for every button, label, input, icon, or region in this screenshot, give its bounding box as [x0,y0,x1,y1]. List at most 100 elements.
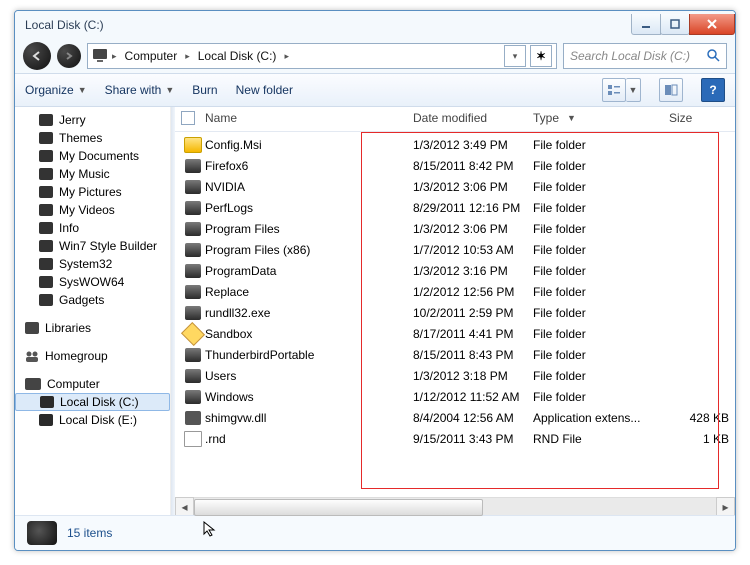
status-bar: 15 items [15,515,735,550]
file-type: File folder [533,222,669,236]
file-name: NVIDIA [205,180,413,194]
folder-icon [39,150,53,162]
path-dropdown-button[interactable]: ▾ [504,45,526,67]
file-row[interactable]: Firefox68/15/2011 8:42 PMFile folder [181,155,729,176]
sidebar-item[interactable]: SysWOW64 [15,273,170,291]
file-row[interactable]: ProgramData1/3/2012 3:16 PMFile folder [181,260,729,281]
address-bar: ▸ Computer ▸ Local Disk (C:) ▸ ▾ ✶ Searc… [15,39,735,73]
file-list[interactable]: Config.Msi1/3/2012 3:49 PMFile folderFir… [175,132,735,497]
minimize-button[interactable] [631,14,661,35]
maximize-button[interactable] [660,14,690,35]
file-type: File folder [533,369,669,383]
file-type: File folder [533,390,669,404]
folder-icon [185,159,201,173]
search-icon[interactable] [706,48,720,65]
sidebar-root-label: Homegroup [45,349,108,363]
scroll-thumb[interactable] [194,499,483,516]
sidebar-drive[interactable]: Local Disk (C:) [15,393,170,411]
sidebar-item[interactable]: Win7 Style Builder [15,237,170,255]
column-name[interactable]: Name [205,111,413,125]
select-all-checkbox[interactable] [181,111,195,125]
file-icon [184,431,202,447]
sidebar-item[interactable]: Themes [15,129,170,147]
file-name: ThunderbirdPortable [205,348,413,362]
file-type: File folder [533,180,669,194]
file-row[interactable]: NVIDIA1/3/2012 3:06 PMFile folder [181,176,729,197]
chevron-right-icon[interactable]: ▸ [112,51,117,62]
chevron-down-icon: ▼ [629,85,638,95]
file-date: 8/15/2011 8:43 PM [413,348,533,362]
column-size[interactable]: Size [669,111,729,125]
help-button[interactable]: ? [701,78,725,102]
sidebar-item-label: My Music [59,167,110,181]
sidebar-item[interactable]: My Music [15,165,170,183]
view-mode-button[interactable]: ▼ [602,78,641,102]
sidebar-item[interactable]: My Documents [15,147,170,165]
share-with-button[interactable]: Share with ▼ [105,83,175,97]
file-row[interactable]: Program Files1/3/2012 3:06 PMFile folder [181,218,729,239]
sidebar-item-label: My Documents [59,149,139,163]
folder-icon [39,168,53,180]
horizontal-scrollbar[interactable]: ◂ ▸ [175,497,735,515]
breadcrumb-computer[interactable]: Computer [121,47,182,65]
sidebar-item[interactable]: My Videos [15,201,170,219]
folder-icon [185,222,201,236]
file-row[interactable]: ThunderbirdPortable8/15/2011 8:43 PMFile… [181,344,729,365]
file-row[interactable]: Sandbox8/17/2011 4:41 PMFile folder [181,323,729,344]
back-button[interactable] [23,42,51,70]
file-name: rundll32.exe [205,306,413,320]
new-folder-button[interactable]: New folder [236,83,293,97]
search-input[interactable]: Search Local Disk (C:) [563,43,727,69]
sidebar-item[interactable]: My Pictures [15,183,170,201]
organize-button[interactable]: Organize ▼ [25,83,87,97]
scroll-track[interactable] [194,498,716,515]
file-row[interactable]: rundll32.exe10/2/2011 2:59 PMFile folder [181,302,729,323]
file-type: File folder [533,327,669,341]
address-box[interactable]: ▸ Computer ▸ Local Disk (C:) ▸ ▾ ✶ [87,43,557,69]
favorites-button[interactable]: ✶ [530,45,552,67]
file-row[interactable]: Replace1/2/2012 12:56 PMFile folder [181,281,729,302]
file-name: Program Files [205,222,413,236]
sidebar-drive[interactable]: Local Disk (E:) [15,411,170,429]
file-type: File folder [533,201,669,215]
body: JerryThemes My Documents My Music My Pictur… [15,107,735,515]
file-row[interactable]: Program Files (x86)1/7/2012 10:53 AMFile… [181,239,729,260]
file-type: File folder [533,159,669,173]
sidebar-item[interactable]: System32 [15,255,170,273]
navigation-sidebar[interactable]: JerryThemes My Documents My Music My Pictur… [15,107,171,515]
sidebar-root-homegroup[interactable]: Homegroup [15,347,170,365]
file-row[interactable]: Users1/3/2012 3:18 PMFile folder [181,365,729,386]
burn-button[interactable]: Burn [192,83,217,97]
sidebar-root[interactable]: Libraries [15,319,170,337]
scroll-left-button[interactable]: ◂ [175,497,194,516]
sidebar-root[interactable]: Computer [15,375,170,393]
close-button[interactable] [689,14,735,35]
column-date[interactable]: Date modified [413,111,533,125]
preview-pane-button[interactable] [659,78,683,102]
file-row[interactable]: Windows1/12/2012 11:52 AMFile folder [181,386,729,407]
chevron-right-icon[interactable]: ▸ [284,51,289,62]
sidebar-item-label: Local Disk (C:) [60,395,139,409]
folder-icon [39,240,53,252]
breadcrumb-local-c[interactable]: Local Disk (C:) [194,47,281,65]
title-bar[interactable]: Local Disk (C:) [15,11,735,39]
sidebar-item[interactable]: Gadgets [15,291,170,309]
file-row[interactable]: PerfLogs8/29/2011 12:16 PMFile folder [181,197,729,218]
sidebar-item[interactable]: Info [15,219,170,237]
folder-icon [185,264,201,278]
chevron-right-icon[interactable]: ▸ [185,51,190,62]
scroll-right-button[interactable]: ▸ [716,497,735,516]
folder-icon [185,180,201,194]
file-row[interactable]: Config.Msi1/3/2012 3:49 PMFile folder [181,134,729,155]
forward-button[interactable] [57,44,81,68]
file-name: Windows [205,390,413,404]
file-date: 1/3/2012 3:16 PM [413,264,533,278]
sidebar-item[interactable]: Jerry [15,111,170,129]
window-title: Local Disk (C:) [25,18,632,32]
file-row[interactable]: shimgvw.dll8/4/2004 12:56 AMApplication … [181,407,729,428]
folder-icon [185,285,201,299]
dll-file-icon [185,411,201,425]
file-row[interactable]: .rnd9/15/2011 3:43 PMRND File1 KB [181,428,729,449]
column-type[interactable]: Type ▼ [533,111,669,125]
file-date: 1/3/2012 3:18 PM [413,369,533,383]
